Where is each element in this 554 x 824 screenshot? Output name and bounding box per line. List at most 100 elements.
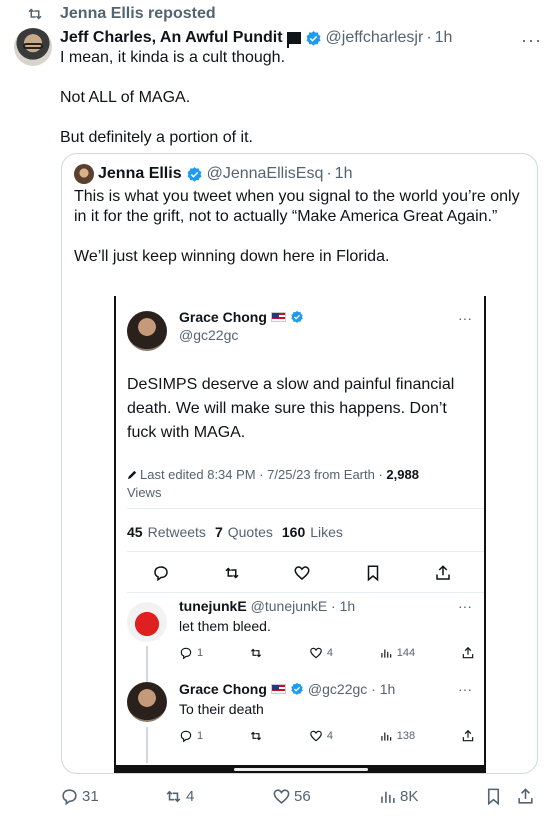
post-line: But definitely a portion of it. [60, 129, 253, 146]
more-icon: ··· [458, 310, 472, 326]
reply-text: let them bleed. [179, 618, 271, 634]
repost-icon [250, 731, 262, 741]
quoted-author-avatar [74, 164, 94, 184]
post-header: Jeff Charles, An Awful Pundit @jeffcharl… [60, 27, 544, 49]
reply-author-name: tunejunkE [179, 598, 247, 614]
reply-actions: 1 4 138 [179, 729, 475, 743]
bookmark-button[interactable] [484, 787, 503, 806]
reply-icon [62, 788, 77, 805]
quotes-count: 7 [214, 524, 223, 540]
quoted-post-header: Jenna Ellis @JennaEllisEsq · 1h [74, 164, 352, 184]
quotes-label: Quotes [227, 524, 273, 540]
screenshot-tweet-text: DeSIMPS deserve a slow and painful finan… [127, 376, 455, 441]
reply-text: To their death [179, 701, 264, 717]
separator: · [326, 165, 332, 182]
heart-icon [309, 730, 322, 742]
reply-like-count: 4 [326, 647, 333, 659]
repost-icon [28, 8, 42, 20]
reply-view-count: 144 [396, 647, 416, 659]
reply-author-handle: @tunejunkE · 1h [250, 598, 356, 614]
quoted-post-text: This is what you tweet when you signal t… [74, 187, 534, 287]
post-text: I mean, it kinda is a cult though. Not A… [60, 48, 530, 168]
verified-badge-icon [186, 166, 203, 183]
divider [127, 592, 484, 593]
view-count: 8K [400, 787, 419, 805]
verified-badge-icon [290, 682, 304, 696]
views-chart-icon [381, 791, 395, 803]
divider [127, 551, 484, 552]
reply-count: 31 [82, 787, 99, 805]
reply-view-count: 138 [396, 730, 416, 742]
repost-icon [166, 790, 181, 802]
reply-comment-count: 1 [197, 730, 204, 742]
retweets-label: Retweets [147, 524, 206, 540]
author-handle[interactable]: @jeffcharlesjr [326, 29, 424, 47]
reply-actions: 1 4 144 [179, 646, 475, 660]
post-action-bar: 31 4 56 8K [60, 785, 540, 807]
quoted-paragraph: We’ll just keep winning down here in Flo… [74, 248, 390, 265]
pencil-icon [127, 470, 137, 480]
flag-icon [286, 32, 301, 48]
screenshot-author-handle: @gc22gc [179, 327, 239, 343]
repost-icon [224, 567, 239, 579]
retweets-count: 45 [127, 524, 143, 540]
share-icon [462, 729, 474, 742]
reply-icon [180, 647, 192, 660]
screenshot-action-bar [152, 564, 452, 582]
heart-icon [273, 788, 290, 804]
reply-avatar [127, 602, 167, 642]
thread-line [146, 646, 148, 684]
screenshot-author-row: Grace Chong [179, 309, 308, 325]
views-button[interactable]: 8K [378, 787, 418, 806]
screenshot-author-name: Grace Chong [179, 309, 267, 325]
quoted-author-name: Jenna Ellis [98, 165, 182, 182]
heart-icon [309, 647, 322, 659]
home-indicator [116, 765, 484, 773]
reply-icon [154, 566, 168, 582]
bookmark-icon [367, 565, 378, 582]
edited-text: Last edited 8:34 PM · 7/25/23 from Earth… [140, 467, 387, 482]
embedded-screenshot-image[interactable]: Grace Chong @gc22gc ··· DeSIMPS deserve … [114, 296, 486, 773]
reply-like-count: 4 [326, 730, 333, 742]
screenshot-author-avatar [127, 311, 167, 351]
share-icon [462, 646, 474, 659]
views-chart-icon [381, 732, 392, 741]
share-icon [436, 565, 450, 580]
reply-author-handle: @gc22gc · 1h [307, 681, 396, 697]
views-count: 2,988 [386, 467, 419, 482]
share-button[interactable] [516, 787, 535, 806]
us-flag-icon [270, 684, 286, 694]
repost-count: 4 [186, 787, 195, 805]
reply-author-name: Grace Chong [179, 681, 267, 697]
author-avatar[interactable] [14, 28, 52, 66]
quoted-post-time: 1h [334, 165, 353, 182]
heart-icon [294, 566, 310, 580]
author-name[interactable]: Jeff Charles, An Awful Pundit [60, 29, 283, 47]
separator: · [426, 29, 432, 46]
us-flag-icon [270, 312, 286, 322]
engagement-stats: 45 Retweets 7 Quotes 160 Likes [127, 524, 343, 540]
views-chart-icon [381, 649, 392, 658]
repost-label: Jenna Ellis reposted [60, 5, 216, 22]
repost-indicator[interactable]: Jenna Ellis reposted [26, 4, 216, 24]
bookmark-icon [487, 788, 500, 805]
reply-avatar [127, 682, 167, 722]
like-count: 56 [294, 787, 311, 805]
post-line: I mean, it kinda is a cult though. [60, 49, 286, 66]
post-line: Not ALL of MAGA. [60, 89, 191, 106]
verified-badge-icon [305, 30, 322, 47]
quoted-author-handle: @JennaEllisEsq [206, 165, 324, 182]
edited-meta: Last edited 8:34 PM · 7/25/23 from Earth… [127, 466, 472, 502]
reply-comment-count: 1 [197, 647, 204, 659]
repost-icon [250, 648, 262, 658]
more-icon: ··· [458, 598, 472, 614]
quoted-paragraph: This is what you tweet when you signal t… [74, 188, 520, 225]
repost-button[interactable]: 4 [164, 787, 194, 806]
post-time[interactable]: 1h [435, 29, 453, 47]
views-label: Views [127, 485, 162, 500]
reply-header: Grace Chong @gc22gc · 1h [179, 681, 395, 697]
verified-badge-icon [290, 310, 304, 324]
quoted-post[interactable]: Jenna Ellis @JennaEllisEsq · 1h This is … [61, 153, 538, 774]
like-button[interactable]: 56 [272, 787, 311, 806]
reply-button[interactable]: 31 [60, 787, 99, 806]
